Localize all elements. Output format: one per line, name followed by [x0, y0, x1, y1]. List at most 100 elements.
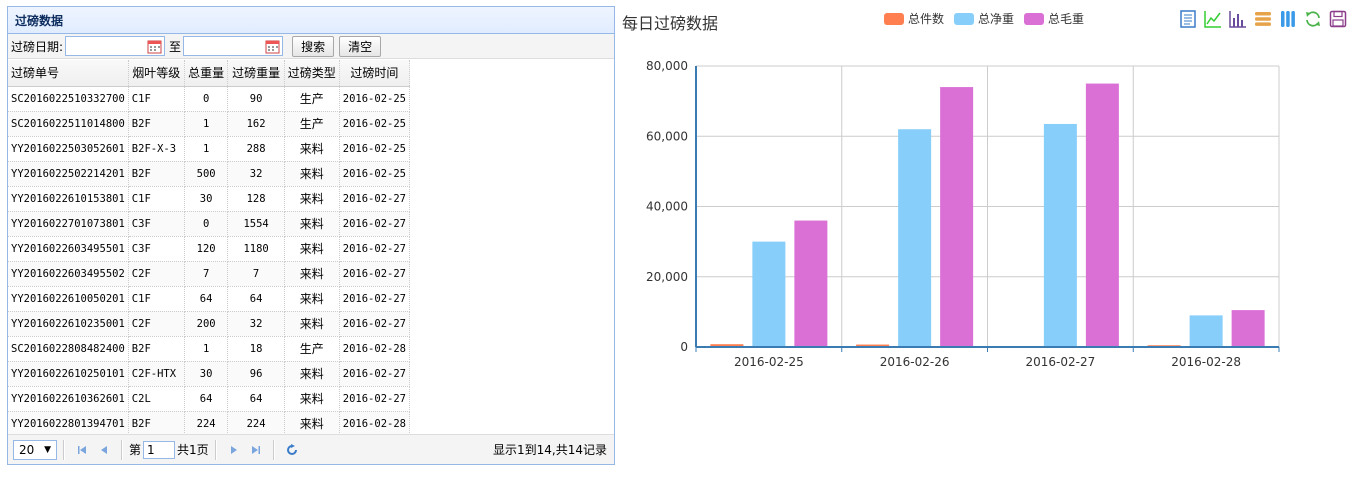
cell-order-no: YY2016022603495502 — [8, 261, 129, 287]
header-total-weight[interactable]: 总重量 — [184, 60, 229, 87]
cell-total-weight: 500 — [184, 161, 229, 187]
header-order-no[interactable]: 过磅单号 — [8, 60, 129, 87]
bar — [752, 241, 786, 347]
line-chart-icon[interactable] — [1203, 9, 1223, 29]
table-row[interactable]: YY2016022701073801 C3F 0 1554 来料 2016-02-27 — [8, 211, 411, 237]
cell-weigh-type: 生产 — [284, 86, 340, 112]
cell-weigh-weight: 32 — [227, 311, 285, 337]
stack-icon[interactable] — [1253, 9, 1273, 29]
cell-grade: B2F-X-3 — [128, 136, 185, 162]
cell-total-weight: 0 — [184, 86, 229, 112]
cell-order-no: YY2016022801394701 — [8, 411, 129, 437]
cell-total-weight: 120 — [184, 236, 229, 262]
cell-grade: C2F-HTX — [128, 361, 185, 387]
header-weigh-type[interactable]: 过磅类型 — [284, 60, 340, 87]
page-size-select[interactable]: 20 ▼ — [13, 439, 57, 460]
cell-grade: C1F — [128, 186, 185, 212]
y-tick-label: 60,000 — [646, 129, 688, 143]
cell-total-weight: 1 — [184, 111, 229, 137]
cell-weigh-time: 2016-02-27 — [339, 186, 411, 212]
cell-order-no: YY2016022610153801 — [8, 186, 129, 212]
table-row[interactable]: YY2016022502214201 B2F 500 32 来料 2016-02-25 — [8, 161, 411, 187]
last-page-icon[interactable] — [245, 440, 267, 460]
table-row[interactable]: SC2016022511014800 B2F 1 162 生产 2016-02-25 — [8, 111, 411, 137]
prev-page-icon[interactable] — [93, 440, 115, 460]
cell-weigh-type: 来料 — [284, 386, 340, 412]
tiled-icon[interactable] — [1278, 9, 1298, 29]
table-row[interactable]: YY2016022603495501 C3F 120 1180 来料 2016-02-27 — [8, 236, 411, 262]
pager-divider — [63, 439, 65, 460]
bar — [1085, 83, 1119, 347]
legend-item-count[interactable]: 总件数 — [884, 10, 944, 27]
cell-weigh-time: 2016-02-27 — [339, 311, 411, 337]
header-weigh-weight[interactable]: 过磅重量 — [227, 60, 285, 87]
save-image-icon[interactable] — [1328, 9, 1348, 29]
header-weigh-time[interactable]: 过磅时间 — [339, 60, 411, 87]
clear-button[interactable]: 清空 — [339, 35, 382, 57]
cell-weigh-weight: 162 — [227, 111, 285, 137]
cell-grade: C2F — [128, 311, 185, 337]
cell-weigh-type: 来料 — [284, 361, 340, 387]
next-page-icon[interactable] — [223, 440, 245, 460]
cell-total-weight: 30 — [184, 361, 229, 387]
page-total: 共1页 — [177, 443, 209, 457]
cell-weigh-type: 生产 — [284, 336, 340, 362]
table-row[interactable]: YY2016022610250101 C2F-HTX 30 96 来料 2016-02-2… — [8, 361, 411, 387]
chart-title: 每日过磅数据 — [622, 14, 719, 33]
bar — [794, 220, 828, 347]
table-row[interactable]: YY2016022610153801 C1F 30 128 来料 2016-02-27 — [8, 186, 411, 212]
table-row[interactable]: SC2016022808482400 B2F 1 18 生产 2016-02-28 — [8, 336, 411, 362]
table-row[interactable]: YY2016022610050201 C1F 64 64 来料 2016-02-27 — [8, 286, 411, 312]
search-button[interactable]: 搜索 — [292, 35, 335, 57]
panel-title: 过磅数据 — [15, 13, 64, 28]
y-tick-label: 40,000 — [646, 200, 688, 214]
page-size-value: 20 — [19, 442, 35, 457]
cell-total-weight: 1 — [184, 136, 229, 162]
cell-weigh-weight: 1180 — [227, 236, 285, 262]
cell-grade: B2F — [128, 411, 185, 437]
legend-item-gross-weight[interactable]: 总毛重 — [1024, 10, 1084, 27]
cell-order-no: SC2016022510332700 — [8, 86, 129, 112]
cell-weigh-type: 来料 — [284, 186, 340, 212]
first-page-icon[interactable] — [71, 440, 93, 460]
cell-order-no: YY2016022503052601 — [8, 136, 129, 162]
cell-grade: C2L — [128, 386, 185, 412]
end-date-input[interactable] — [183, 36, 284, 56]
table-row[interactable]: YY2016022801394701 B2F 224 224 来料 2016-02-28 — [8, 411, 411, 437]
cell-order-no: YY2016022610235001 — [8, 311, 129, 337]
legend-label: 总件数 — [908, 12, 945, 26]
cell-order-no: YY2016022610362601 — [8, 386, 129, 412]
bar — [1043, 123, 1077, 347]
refresh-icon[interactable] — [281, 440, 303, 460]
x-tick-label: 2016-02-26 — [880, 355, 950, 369]
restore-icon[interactable] — [1303, 9, 1323, 29]
cell-grade: C3F — [128, 211, 185, 237]
start-date-input[interactable] — [65, 36, 166, 56]
bar-chart-icon[interactable] — [1228, 9, 1248, 29]
page-prefix: 第 — [129, 443, 142, 457]
table-row[interactable]: SC2016022510332700 C1F 0 90 生产 2016-02-25 — [8, 86, 411, 112]
cell-weigh-type: 来料 — [284, 211, 340, 237]
cell-order-no: YY2016022502214201 — [8, 161, 129, 187]
calendar-icon[interactable] — [147, 39, 162, 54]
table-row[interactable]: YY2016022610362601 C2L 64 64 来料 2016-02-27 — [8, 386, 411, 412]
legend-item-net-weight[interactable]: 总净重 — [954, 10, 1014, 27]
cell-weigh-type: 来料 — [284, 286, 340, 312]
calendar-icon[interactable] — [265, 39, 280, 54]
page-number-input[interactable]: 1 — [143, 440, 176, 459]
weigh-table: 过磅单号 烟叶等级 总重量 过磅重量 过磅类型 过磅时间 SC201602251… — [8, 60, 411, 437]
cell-total-weight: 0 — [184, 211, 229, 237]
legend-swatch — [1024, 12, 1045, 25]
cell-order-no: YY2016022701073801 — [8, 211, 129, 237]
table-row[interactable]: YY2016022603495502 C2F 7 7 来料 2016-02-27 — [8, 261, 411, 287]
cell-weigh-weight: 90 — [227, 86, 285, 112]
cell-weigh-type: 来料 — [284, 136, 340, 162]
bar — [1189, 315, 1223, 347]
data-view-icon[interactable] — [1178, 9, 1198, 29]
cell-weigh-weight: 128 — [227, 186, 285, 212]
cell-weigh-time: 2016-02-25 — [339, 161, 411, 187]
table-row[interactable]: YY2016022503052601 B2F-X-3 1 288 来料 2016-02-2… — [8, 136, 411, 162]
y-tick-label: 80,000 — [646, 59, 688, 73]
header-grade[interactable]: 烟叶等级 — [128, 60, 185, 87]
table-row[interactable]: YY2016022610235001 C2F 200 32 来料 2016-02-27 — [8, 311, 411, 337]
